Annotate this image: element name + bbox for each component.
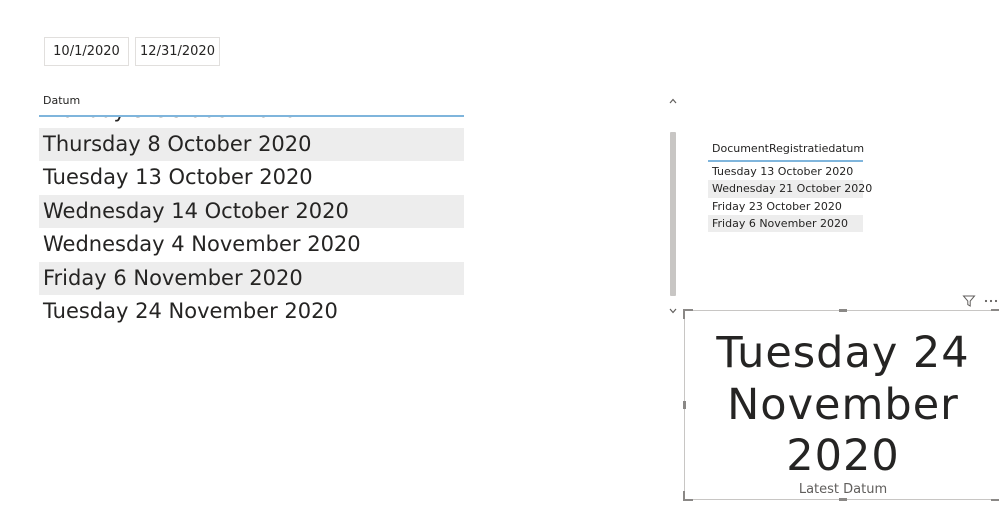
latest-datum-card[interactable]: Tuesday 24 November 2020 Latest Datum [683,309,999,501]
table-row[interactable]: Friday 6 November 2020 [39,261,464,295]
table-row[interactable]: Friday 6 November 2020 [708,214,863,233]
start-date-input[interactable]: 10/1/2020 [44,37,129,66]
more-options-icon[interactable] [984,294,998,306]
chevron-up-icon[interactable] [668,94,678,108]
resize-corner[interactable] [991,309,999,319]
resize-handle[interactable] [839,309,847,312]
filter-icon[interactable] [962,293,976,307]
chevron-down-icon[interactable] [668,304,678,318]
table-row[interactable]: Friday 23 October 2020 [708,198,863,215]
table-row[interactable]: Tuesday 24 November 2020 [39,295,464,329]
table-row[interactable]: Wednesday 14 October 2020 [39,194,464,228]
datum-table-body[interactable]: Monday 5 October 2020 Thursday 8 October… [39,116,464,330]
table-row[interactable]: Monday 5 October 2020 [39,116,464,128]
resize-corner[interactable] [683,309,693,319]
card-visual-header [962,292,999,308]
table-row[interactable]: Thursday 8 October 2020 [39,127,464,161]
table-row[interactable]: Wednesday 4 November 2020 [39,228,464,262]
scrollbar-thumb[interactable] [670,132,676,296]
card-label: Latest Datum [798,482,888,497]
table-row[interactable]: Tuesday 13 October 2020 [708,163,863,180]
datum-table: Datum Monday 5 October 2020 Thursday 8 O… [39,90,464,330]
resize-handle[interactable] [839,498,847,501]
card-value: Tuesday 24 November 2020 [716,328,970,481]
header-underline [708,160,863,162]
header-underline [39,115,464,117]
table-row[interactable]: Wednesday 21 October 2020 [708,180,872,198]
end-date-input[interactable]: 12/31/2020 [135,37,220,66]
vertical-scrollbar[interactable] [668,94,678,318]
document-registratiedatum-column-header[interactable]: DocumentRegistratiedatum [712,142,864,155]
datum-column-header[interactable]: Datum [43,94,80,107]
table-row[interactable]: Tuesday 13 October 2020 [39,161,464,195]
